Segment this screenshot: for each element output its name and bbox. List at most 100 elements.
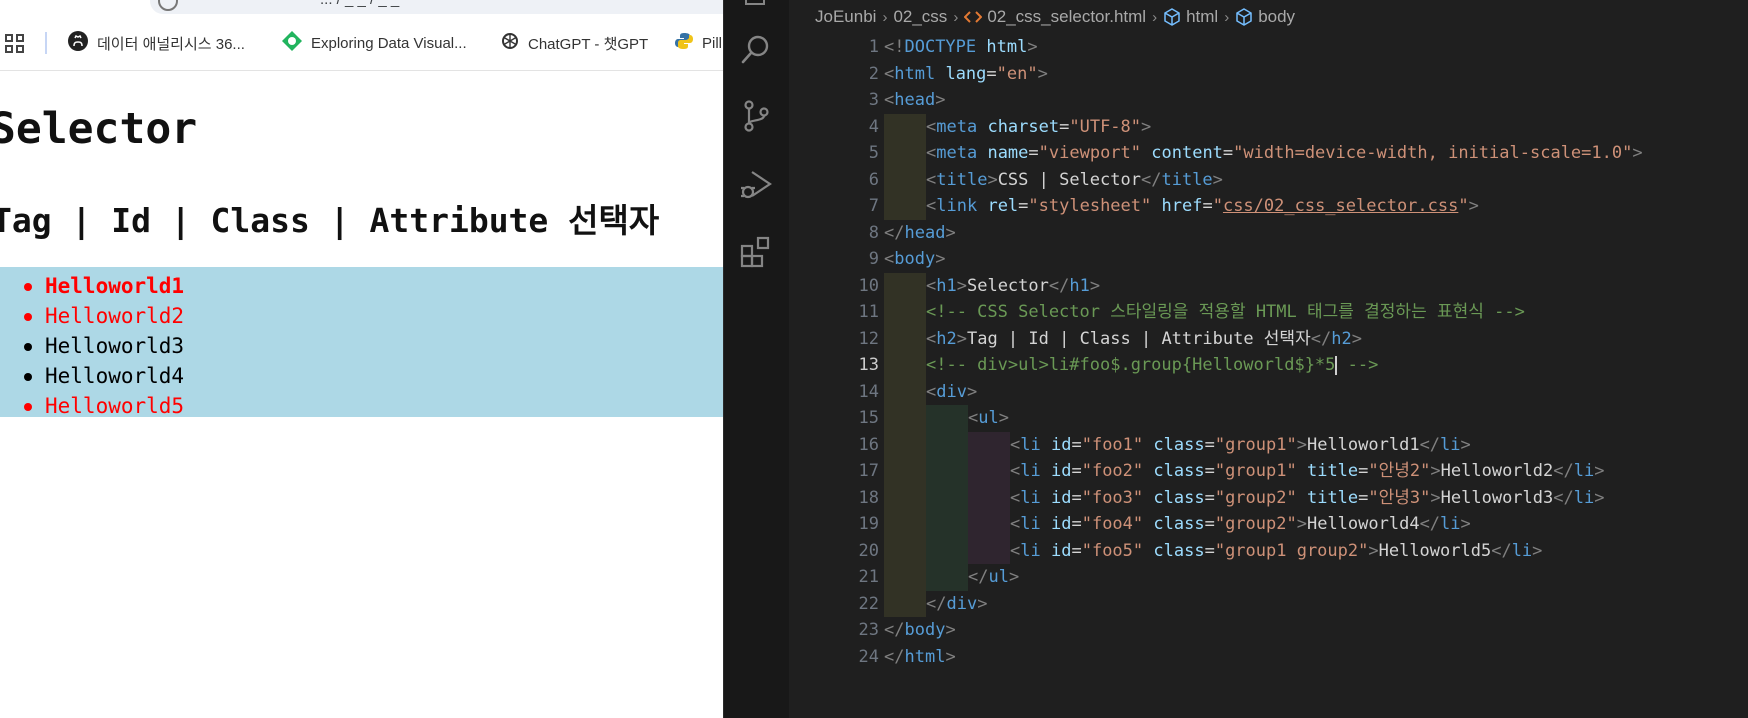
hello-list: Helloworld1 Helloworld2 Helloworld3 Hell… (0, 271, 184, 421)
code-line[interactable]: 3 <head> (789, 87, 1748, 114)
indent-guide (884, 484, 926, 511)
bookmark-label: ChatGPT - 챗GPT (528, 35, 649, 53)
indent-guide (926, 564, 968, 591)
code-line[interactable]: 1 <!DOCTYPE html> (789, 34, 1748, 61)
code-line[interactable]: 12 <h2>Tag | Id | Class | Attribute 선택자</… (789, 325, 1748, 352)
code-text: </div> (926, 591, 987, 618)
search-icon[interactable] (738, 32, 774, 72)
code-line[interactable]: 8 </head> (789, 220, 1748, 247)
code-line[interactable]: 22 </div> (789, 590, 1748, 618)
code-token: = (986, 63, 997, 84)
run-debug-icon[interactable] (738, 166, 774, 206)
source-control-icon[interactable] (738, 98, 774, 138)
code-token: > (1296, 514, 1307, 534)
indent-guide (968, 537, 1010, 564)
code-line[interactable]: 18 <li id="foo3" class="group2" title="안녕… (789, 484, 1748, 511)
code-line[interactable]: 21 </ul> (789, 564, 1748, 591)
indent-guide (884, 537, 926, 564)
code-token: < (1010, 487, 1021, 508)
code-token: html (986, 37, 1028, 57)
breadcrumb-item[interactable]: JoEunbi (815, 7, 876, 27)
site-info-icon[interactable] (158, 0, 178, 11)
code-token: = (1222, 143, 1234, 163)
code-line[interactable]: 10 <h1>Selector</h1> (789, 272, 1748, 299)
indent-guide (884, 458, 926, 485)
code-token: = (1028, 143, 1039, 163)
code-token: li (1020, 434, 1041, 455)
editor-pane[interactable]: JoEunbi › 02_css › 02_css_selector.html … (789, 0, 1748, 718)
code-line[interactable]: 19 <li id="foo4" class="group2">Helloworl… (789, 511, 1748, 538)
code-line[interactable]: 2 <html lang="en"> (789, 61, 1748, 88)
code-line[interactable]: 4 <meta charset="UTF-8"> (789, 113, 1748, 141)
code-token: </ (884, 646, 905, 667)
code-token: Helloworld3 (1440, 487, 1554, 508)
bookmark-item[interactable]: Pill (674, 30, 722, 56)
code-text: </html> (884, 644, 956, 671)
code-token: < (1010, 514, 1021, 534)
code-token: id (1050, 461, 1072, 481)
indent-guide (884, 113, 926, 140)
code-token: li (1440, 514, 1461, 534)
breadcrumb-item[interactable]: 02_css (893, 7, 947, 27)
code-token: id (1050, 487, 1072, 508)
code-token: head (904, 222, 946, 243)
code-text: <meta charset="UTF-8"> (926, 114, 1151, 141)
list-item-text: Helloworld1 (45, 274, 185, 298)
code-token: "안녕3" (1368, 487, 1431, 508)
line-number: 10 (858, 275, 879, 296)
code-line[interactable]: 23 </body> (789, 617, 1748, 644)
indent-guide (884, 590, 926, 617)
address-bar[interactable]: ... / _ _ / _ _ (150, 0, 723, 14)
code-token: > (1594, 487, 1605, 508)
code-token: = (1018, 196, 1029, 216)
bookmark-item[interactable]: ChatGPT - 챗GPT (500, 30, 648, 56)
breadcrumb-item[interactable]: body (1258, 7, 1295, 27)
code-token: > (998, 408, 1009, 428)
code-line[interactable]: 14 <div> (789, 378, 1748, 405)
code-token: = (1358, 461, 1369, 481)
indent-guide (884, 431, 926, 458)
code-token: = (1071, 461, 1082, 481)
bookmark-item[interactable]: 데이터 애널리시스 36... (67, 30, 245, 56)
code-token: > (1468, 196, 1479, 216)
indent-guide (968, 458, 1010, 485)
code-line[interactable]: 5 <meta name="viewport" content="width=de… (789, 140, 1748, 167)
line-number: 3 (868, 90, 879, 110)
code-token: href (1161, 196, 1203, 216)
code-line[interactable]: 17 <li id="foo2" class="group1" title="안녕… (789, 458, 1748, 485)
line-number: 17 (858, 461, 879, 481)
explorer-icon[interactable] (738, 0, 774, 14)
code-token: body (904, 620, 946, 640)
list-item-text: Helloworld5 (45, 394, 185, 418)
code-line[interactable]: 6 <title>CSS | Selector</title> (789, 166, 1748, 193)
breadcrumb-item[interactable]: html (1186, 7, 1218, 27)
code-token: < (926, 196, 937, 216)
code-token: > (1430, 487, 1441, 508)
code-token: Helloworld5 (1378, 540, 1492, 561)
breadcrumb-item[interactable]: 02_css_selector.html (987, 7, 1146, 27)
code-token: "group1" (1214, 461, 1297, 481)
code-token: > (1368, 540, 1379, 561)
bookmark-item[interactable]: Exploring Data Visual... (281, 30, 467, 56)
code-text: </ul> (968, 564, 1019, 591)
code-line[interactable]: 15 <ul> (789, 405, 1748, 432)
extensions-icon[interactable] (738, 234, 774, 274)
code-line[interactable]: 24 </html> (789, 644, 1748, 671)
code-token: > (935, 90, 946, 110)
page-heading-h2: Tag | Id | Class | Attribute 선택자 (0, 201, 660, 240)
code-token: > (1037, 63, 1048, 84)
code-token: = (1059, 116, 1070, 137)
code-line[interactable]: 13 <!-- div>ul>li#foo$.group{Helloworld$}… (789, 352, 1748, 379)
code-line[interactable]: 7 <link rel="stylesheet" href="css/02_css… (789, 193, 1748, 220)
page-heading-h1: Selector (0, 104, 198, 154)
code-line[interactable]: 20 <li id="foo5" class="group1 group2">He… (789, 537, 1748, 564)
code-token: ul (978, 408, 999, 428)
apps-grid-icon[interactable] (4, 33, 26, 59)
html-file-icon (964, 10, 983, 24)
code-line[interactable]: 11 <!-- CSS Selector 스타일링을 적용할 HTML 태그를 결… (789, 299, 1748, 326)
code-line[interactable]: 16 <li id="foo1" class="group1">Helloworl… (789, 431, 1748, 458)
code-line[interactable]: 9 <body> (789, 246, 1748, 273)
indent-guide (884, 352, 926, 379)
